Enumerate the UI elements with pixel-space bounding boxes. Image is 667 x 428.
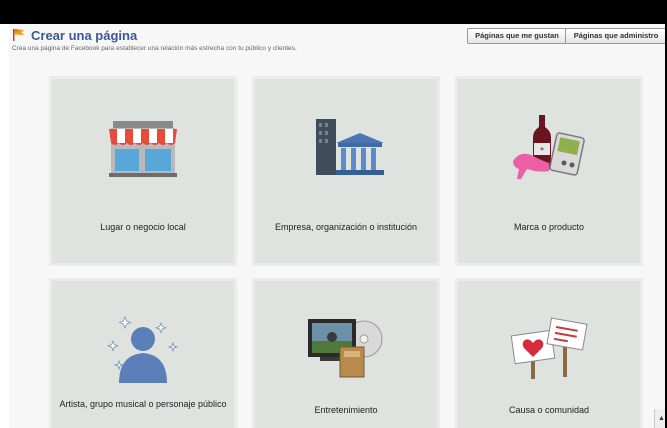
category-tile-community[interactable]: Causa o comunidad [455, 278, 643, 428]
company-building-icon [316, 119, 384, 175]
category-tile-artist[interactable]: Artista, grupo musical o personaje públi… [49, 278, 237, 428]
svg-text:*: * [540, 146, 544, 155]
category-label: Causa o comunidad [508, 405, 590, 415]
flag-icon [13, 29, 25, 41]
category-tile-local-business[interactable]: Lugar o negocio local [49, 76, 237, 266]
page-subtitle: Crea una página de Facebook para estable… [12, 45, 297, 52]
category-tile-entertainment[interactable]: Entretenimiento [252, 278, 440, 428]
category-label: Empresa, organización o institución [274, 222, 418, 232]
category-tile-company[interactable]: Empresa, organización o institución [252, 76, 440, 266]
top-black-bar [0, 0, 667, 24]
brand-products-icon: * [513, 115, 585, 179]
category-label: Lugar o negocio local [100, 222, 186, 232]
category-label: Marca o producto [513, 222, 585, 232]
storefront-icon [109, 121, 177, 177]
category-label: Entretenimiento [314, 405, 378, 415]
page-title: Crear una página [31, 28, 138, 43]
liked-pages-button[interactable]: Páginas que me gustan [467, 28, 567, 44]
community-signs-icon [510, 317, 588, 379]
category-tile-brand[interactable]: * Marca o producto [455, 76, 643, 266]
entertainment-tv-icon [308, 319, 383, 378]
category-label: Artista, grupo musical o personaje públi… [59, 399, 227, 409]
admin-pages-button[interactable]: Páginas que administro [565, 28, 667, 44]
artist-silhouette-icon [107, 315, 179, 383]
create-page-panel: Crear una página Crea una página de Face… [9, 24, 667, 428]
